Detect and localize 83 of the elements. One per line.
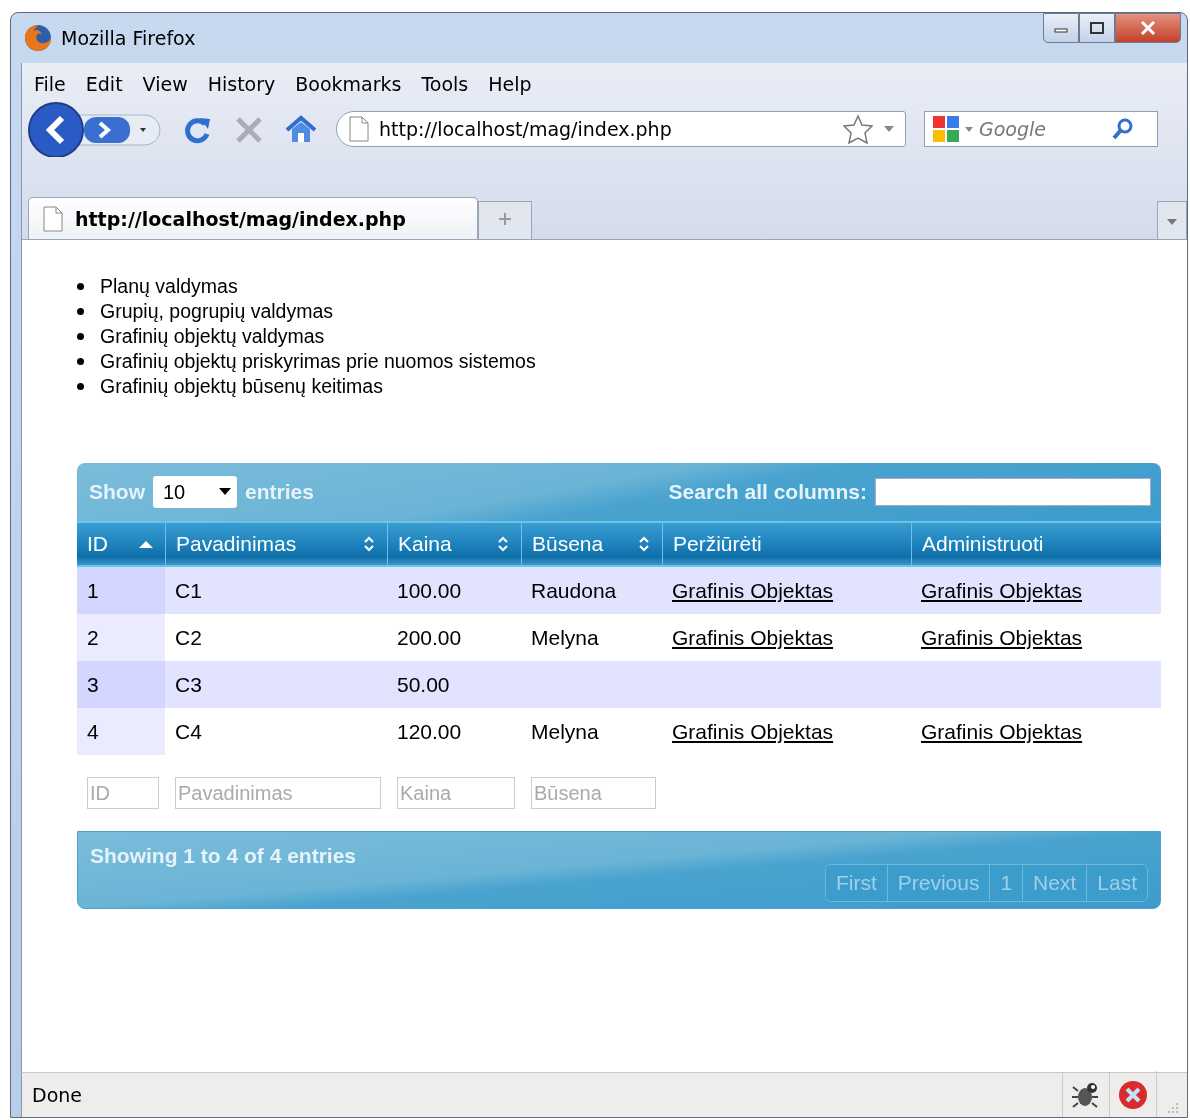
- close-button[interactable]: [1115, 13, 1181, 43]
- bullet-icon: [77, 283, 84, 290]
- table-cell: C4: [175, 719, 202, 744]
- column-header[interactable]: Būsena: [521, 523, 662, 565]
- table-link[interactable]: Grafinis Objektas: [672, 578, 834, 603]
- table-link[interactable]: Grafinis Objektas: [672, 625, 834, 650]
- filter-field[interactable]: Pavadinimas: [175, 777, 381, 809]
- error-icon[interactable]: [1118, 1080, 1148, 1110]
- bullet-icon: [77, 358, 84, 365]
- table-cell: Melyna: [531, 625, 599, 650]
- maximize-button[interactable]: [1079, 13, 1115, 43]
- close-icon: [1139, 21, 1157, 35]
- sort-ascending-icon: [139, 540, 153, 548]
- filter-field[interactable]: Kaina: [397, 777, 515, 809]
- bullet-icon: [77, 333, 84, 340]
- info-text: Showing 1 to 4 of 4 entries: [90, 844, 357, 868]
- menu-item[interactable]: History: [207, 73, 276, 95]
- bullet-icon: [77, 308, 84, 315]
- table-cell: 2: [87, 625, 99, 650]
- table-link[interactable]: Grafinis Objektas: [921, 578, 1083, 603]
- window-title: Mozilla Firefox: [61, 27, 196, 49]
- search-box[interactable]: Google: [924, 111, 1158, 147]
- sort-icon: [638, 535, 650, 553]
- table-cell: 50.00: [397, 672, 450, 697]
- bullet-icon: [77, 383, 84, 390]
- table-cell: C3: [175, 672, 202, 697]
- list-item: Grafinių objektų priskyrimas prie nuomos sistemos: [100, 349, 536, 374]
- table-cell: Raudona: [531, 578, 617, 603]
- show-label: Show: [89, 480, 145, 504]
- firefox-logo-icon: [23, 23, 53, 53]
- caret-icon: [219, 488, 231, 496]
- entries-select[interactable]: 10: [153, 476, 237, 508]
- address-bar[interactable]: http://localhost/mag/index.php: [336, 111, 906, 147]
- caret-icon: [1167, 219, 1177, 225]
- menu-item[interactable]: Help: [488, 73, 532, 95]
- table-link[interactable]: Grafinis Objektas: [672, 719, 834, 744]
- search-icon[interactable]: [1111, 117, 1135, 141]
- table-cell: 100.00: [397, 578, 462, 603]
- page-icon: [349, 116, 369, 142]
- filter-field[interactable]: ID: [87, 777, 159, 809]
- table-cell: 4: [87, 719, 99, 744]
- list-item: Grupių, pogrupių valdymas: [100, 299, 334, 324]
- maximize-icon: [1090, 22, 1104, 34]
- column-header[interactable]: Pavadinimas: [165, 523, 387, 565]
- table-cell: 200.00: [397, 625, 462, 650]
- column-header[interactable]: Kaina: [387, 523, 521, 565]
- menu-item[interactable]: Bookmarks: [295, 73, 402, 95]
- list-item: Planų valdymas: [100, 274, 238, 299]
- menu-item[interactable]: File: [34, 73, 66, 95]
- tab-list-button[interactable]: [1157, 201, 1187, 239]
- minimize-button[interactable]: [1043, 13, 1079, 43]
- resize-grip-icon[interactable]: [1165, 1101, 1179, 1115]
- star-icon[interactable]: [843, 114, 873, 144]
- list-item: Grafinių objektų valdymas: [100, 324, 325, 349]
- column-header[interactable]: Administruoti: [911, 523, 1160, 565]
- table-cell: 3: [87, 672, 99, 697]
- table-cell: C1: [175, 578, 202, 603]
- table-cell: 1: [87, 578, 99, 603]
- entries-label: entries: [245, 480, 314, 504]
- bug-icon[interactable]: [1071, 1081, 1101, 1109]
- sort-icon: [497, 535, 509, 553]
- browser-tab[interactable]: http://localhost/mag/index.php: [28, 197, 478, 239]
- list-item: Grafinių objektų būsenų keitimas: [100, 374, 383, 399]
- dropdown-icon[interactable]: [883, 125, 895, 133]
- menu-item[interactable]: Edit: [85, 73, 123, 95]
- page-icon: [43, 205, 63, 232]
- table-cell: C2: [175, 625, 202, 650]
- filter-field[interactable]: Būsena: [531, 777, 656, 809]
- table-cell: Melyna: [531, 719, 599, 744]
- table-link[interactable]: Grafinis Objektas: [921, 719, 1083, 744]
- sort-icon: [363, 535, 375, 553]
- new-tab-button[interactable]: [478, 201, 532, 239]
- status-text: Done: [32, 1084, 82, 1106]
- table-cell: 120.00: [397, 719, 462, 744]
- column-header[interactable]: ID: [77, 523, 165, 565]
- table-search-field[interactable]: [875, 478, 1151, 506]
- menu-item[interactable]: Tools: [421, 73, 469, 95]
- plus-icon: [498, 212, 512, 226]
- search-label: Search all columns:: [668, 480, 867, 504]
- table-link[interactable]: Grafinis Objektas: [921, 625, 1083, 650]
- back-forward-icon[interactable]: [26, 101, 162, 157]
- menu-item[interactable]: View: [142, 73, 188, 95]
- column-header[interactable]: Peržiūrėti: [662, 523, 911, 565]
